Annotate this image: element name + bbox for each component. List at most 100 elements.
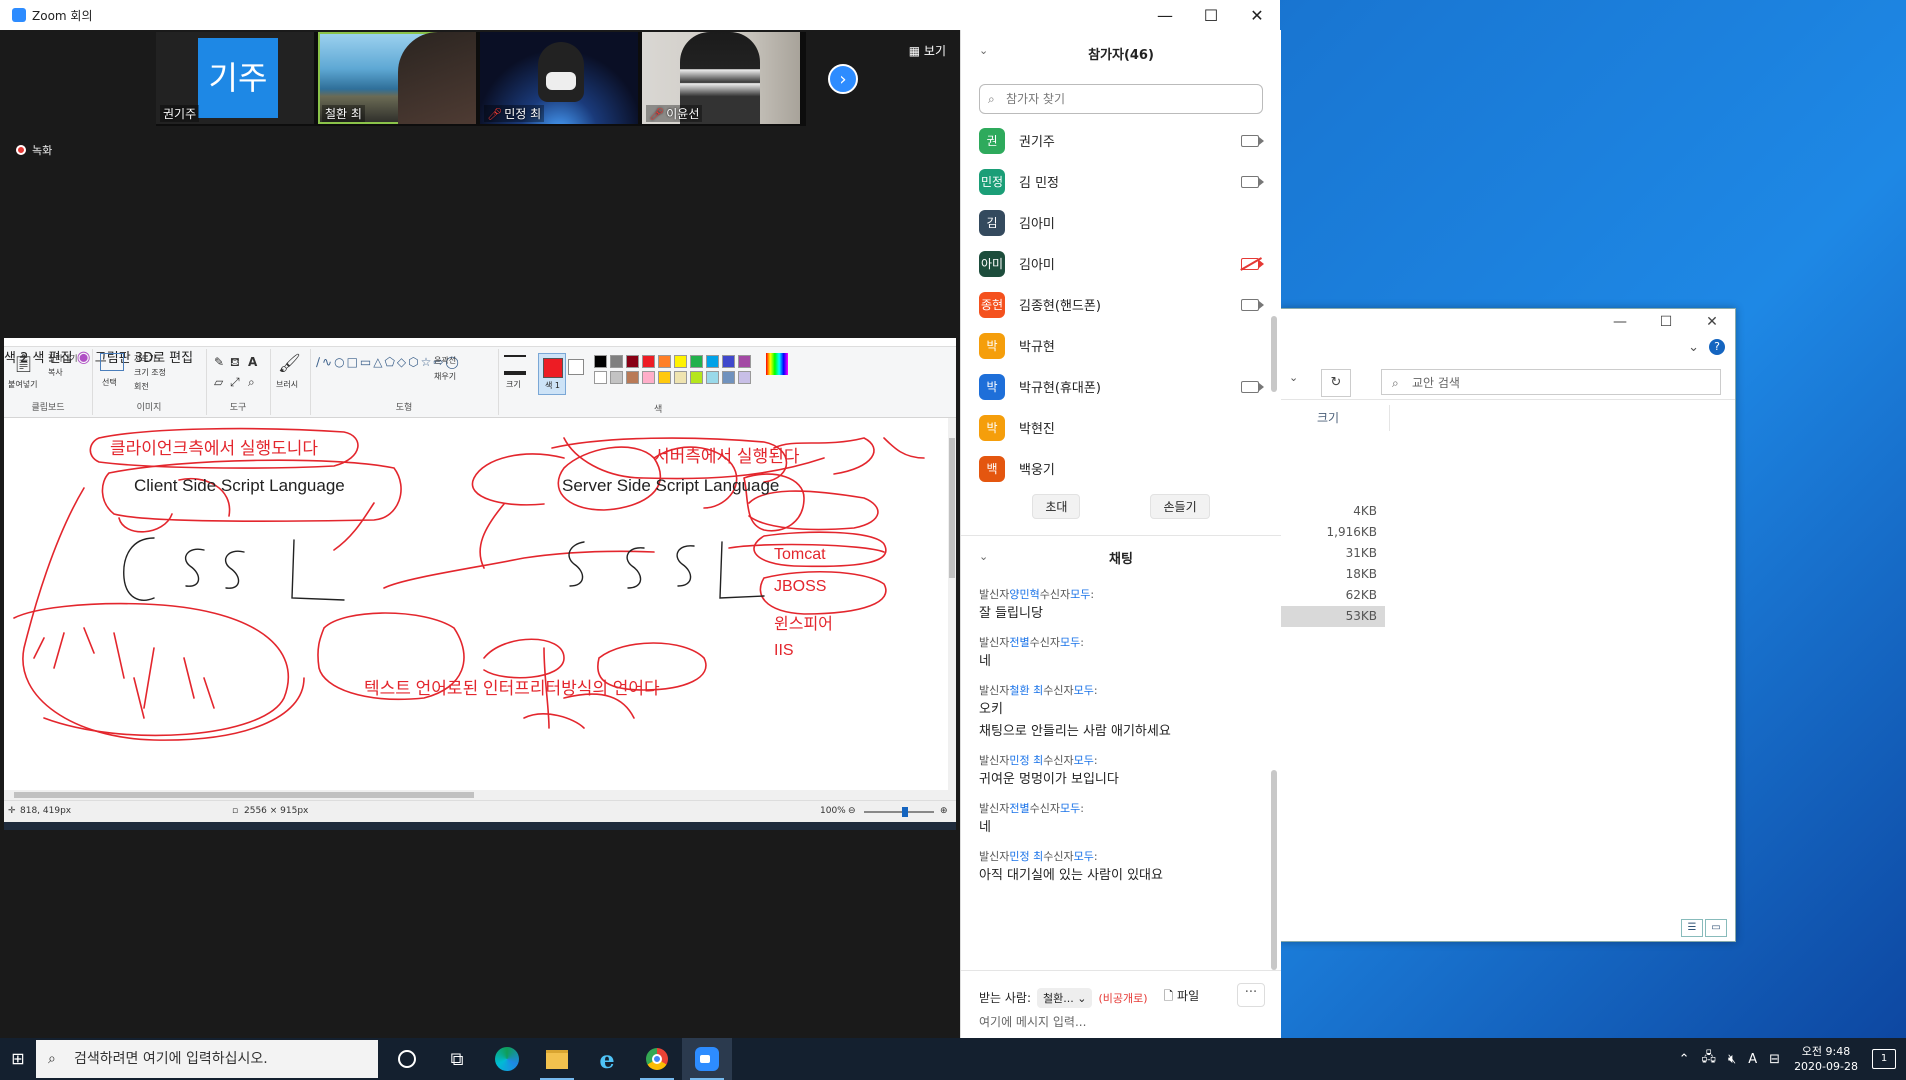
slider-thumb[interactable] xyxy=(902,807,908,817)
color-swatch[interactable] xyxy=(610,355,623,368)
close-icon[interactable]: ✕ xyxy=(1689,314,1735,330)
color-swatch[interactable] xyxy=(658,355,671,368)
recipient-dropdown[interactable]: 철환... ⌄ xyxy=(1037,987,1093,1008)
invite-button[interactable]: 초대 xyxy=(1032,494,1081,519)
copy-button[interactable]: 복사 xyxy=(48,367,63,378)
ime-mode[interactable]: A xyxy=(1748,1052,1757,1067)
paint-canvas[interactable]: 클라이언크측에서 실행도니다 Client Side Script Langua… xyxy=(4,418,948,790)
network-icon[interactable]: 🖧︎ xyxy=(1702,1048,1717,1070)
file-size-cell[interactable]: 18KB xyxy=(1281,564,1385,585)
participant-row[interactable]: 민정 김 민정 xyxy=(979,161,1269,202)
outline-button[interactable]: 윤곽선 xyxy=(434,355,456,366)
color-swatch[interactable] xyxy=(738,355,751,368)
color-picker-icon[interactable]: ⤢ xyxy=(230,375,240,390)
close-icon[interactable]: ✕ xyxy=(1234,6,1280,25)
file-size-cell[interactable]: 4KB xyxy=(1281,501,1385,522)
scrollbar-thumb[interactable] xyxy=(1271,316,1277,392)
color-swatch[interactable] xyxy=(594,371,607,384)
scrollbar-thumb[interactable] xyxy=(14,792,474,798)
minimize-icon[interactable]: — xyxy=(1142,6,1188,25)
color-swatch[interactable] xyxy=(674,371,687,384)
color-swatch[interactable] xyxy=(626,355,639,368)
horizontal-scrollbar[interactable] xyxy=(4,790,948,800)
details-view-icon[interactable]: ☰ xyxy=(1681,919,1703,937)
participant-row[interactable]: 김 김아미 xyxy=(979,202,1269,243)
paste-button[interactable]: 붙여넣기 xyxy=(8,379,37,390)
file-button[interactable]: 🗋 파일 xyxy=(1164,987,1200,1008)
next-page-button[interactable]: › xyxy=(828,64,858,94)
color-swatch[interactable] xyxy=(626,371,639,384)
edit-colors-icon[interactable] xyxy=(766,353,788,375)
fill-button[interactable]: 채우기 xyxy=(434,371,456,382)
size-button[interactable]: 크기 xyxy=(506,379,521,390)
select-icon[interactable] xyxy=(100,353,124,371)
video-thumbnail[interactable]: 기주 권기주 xyxy=(156,32,314,124)
participant-row[interactable]: 박 박현진 xyxy=(979,407,1269,448)
zoom-slider[interactable] xyxy=(864,807,934,817)
participant-scrollbar[interactable] xyxy=(1271,120,1277,480)
refresh-button[interactable]: ↻ xyxy=(1321,369,1351,397)
color-swatch[interactable] xyxy=(690,371,703,384)
color-swatch[interactable] xyxy=(642,371,655,384)
maximize-icon[interactable]: ☐ xyxy=(1643,314,1689,330)
recording-indicator[interactable]: 녹화 xyxy=(16,142,52,158)
task-view-button[interactable]: ⧉ xyxy=(432,1038,482,1080)
brush-icon[interactable]: 🖌︎ xyxy=(278,353,301,374)
chevron-up-icon[interactable]: ⌃ xyxy=(1679,1052,1690,1067)
cut-button[interactable]: 잘라내기 xyxy=(48,353,77,364)
participant-row[interactable]: 아미 김아미 xyxy=(979,243,1269,284)
color2-button[interactable] xyxy=(568,359,584,375)
file-explorer-window[interactable]: — ☐ ✕ ⌄ ? ⌄ ↻ ⌕ 교안 검색 크기 4KB 1,916KB 31KB 1… xyxy=(1280,308,1736,942)
edge-button[interactable] xyxy=(482,1038,532,1080)
zoom-out-icon[interactable]: ⊖ xyxy=(848,806,856,816)
start-button[interactable]: ⊞ xyxy=(0,1038,36,1080)
view-button[interactable]: ▦ 보기 xyxy=(909,42,946,59)
file-size-cell[interactable]: 53KB xyxy=(1281,606,1385,627)
explorer-search-input[interactable]: ⌕ 교안 검색 xyxy=(1381,369,1721,395)
address-dropdown-icon[interactable]: ⌄ xyxy=(1289,371,1298,384)
color-swatch[interactable] xyxy=(642,355,655,368)
select-button[interactable]: 선택 xyxy=(102,377,117,388)
chrome-button[interactable] xyxy=(632,1038,682,1080)
file-size-cell[interactable]: 62KB xyxy=(1281,585,1385,606)
clock[interactable]: 오전 9:48 2020-09-28 xyxy=(1794,1044,1858,1074)
color-swatch[interactable] xyxy=(706,355,719,368)
color-swatch[interactable] xyxy=(674,355,687,368)
eraser-icon[interactable]: ▱ xyxy=(214,375,223,389)
text-tool-icon[interactable]: A xyxy=(248,355,257,369)
color-swatch[interactable] xyxy=(738,371,751,384)
magnifier-icon[interactable]: ⌕ xyxy=(248,375,255,390)
raise-hand-button[interactable]: 손들기 xyxy=(1150,494,1210,519)
file-size-cell[interactable]: 31KB xyxy=(1281,543,1385,564)
internet-explorer-button[interactable]: e xyxy=(582,1038,632,1080)
resize-button[interactable]: 크기 조정 xyxy=(134,367,166,378)
scrollbar-thumb[interactable] xyxy=(1271,770,1277,970)
maximize-icon[interactable]: ☐ xyxy=(1188,6,1234,25)
participant-row[interactable]: 박 박규현(휴대폰) xyxy=(979,366,1269,407)
file-explorer-button[interactable] xyxy=(532,1038,582,1080)
cortana-button[interactable] xyxy=(382,1038,432,1080)
rotate-button[interactable]: 회전 xyxy=(134,381,149,392)
chat-scrollbar[interactable] xyxy=(1271,610,1277,970)
color-swatch[interactable] xyxy=(722,371,735,384)
fill-bucket-icon[interactable]: ⛾ xyxy=(230,355,240,371)
participant-row[interactable]: 권 권기주 xyxy=(979,120,1269,161)
volume-muted-icon[interactable]: 🔇︎ xyxy=(1728,1052,1736,1067)
video-thumbnail[interactable]: 🎤︎ 민정 최 xyxy=(480,32,638,124)
zoom-button[interactable] xyxy=(682,1038,732,1080)
participant-search-input[interactable]: ⌕ 참가자 찾기 xyxy=(979,84,1263,114)
chat-input[interactable]: 여기에 메시지 입력... xyxy=(979,1013,1086,1030)
color-swatch[interactable] xyxy=(658,371,671,384)
scrollbar-thumb[interactable] xyxy=(949,438,955,578)
large-icons-view-icon[interactable]: ▭ xyxy=(1705,919,1727,937)
video-thumbnail[interactable]: 🎤︎ 이윤선 xyxy=(642,32,800,124)
minimize-icon[interactable]: — xyxy=(1597,314,1643,330)
crop-button[interactable]: 자르기 xyxy=(134,353,156,364)
participant-row[interactable]: 백 백웅기 xyxy=(979,448,1269,489)
color-swatch[interactable] xyxy=(594,355,607,368)
vertical-scrollbar[interactable] xyxy=(948,418,956,790)
brushes-button[interactable]: 브러시 xyxy=(276,379,298,390)
participant-row[interactable]: 종현 김종현(핸드폰) xyxy=(979,284,1269,325)
taskbar-search-box[interactable]: ⌕ 검색하려면 여기에 입력하십시오. xyxy=(36,1040,378,1078)
color-swatch[interactable] xyxy=(690,355,703,368)
